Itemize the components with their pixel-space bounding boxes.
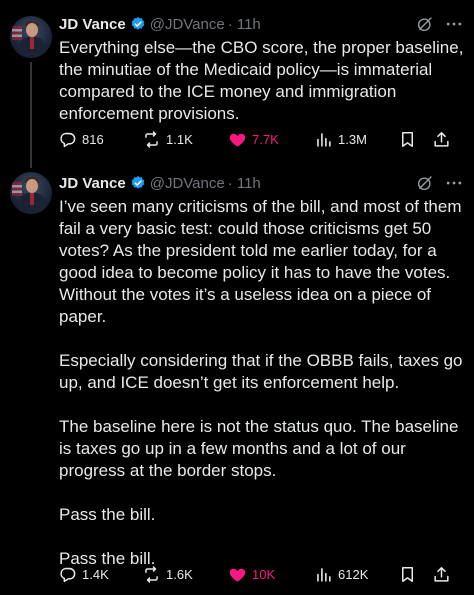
repost-icon: [145, 130, 158, 148]
like-count: 10K: [252, 566, 276, 582]
avatar[interactable]: [10, 172, 52, 214]
tweet-timestamp[interactable]: · 11h: [228, 16, 261, 33]
grok-icon[interactable]: [416, 15, 434, 33]
tweet[interactable]: JD Vance @JDVance · 11h Everything else—…: [0, 0, 474, 168]
more-icon[interactable]: [444, 173, 464, 193]
reply-icon: [60, 567, 76, 582]
author-name[interactable]: JD Vance: [59, 16, 126, 33]
tweet-paragraph: Especially considering that if the OBBB …: [59, 351, 463, 392]
bookmark-button[interactable]: [398, 127, 422, 151]
author-handle[interactable]: @JDVance: [150, 175, 225, 192]
share-button[interactable]: [432, 127, 456, 151]
bookmark-icon: [401, 131, 414, 147]
like-button[interactable]: 7.7K: [228, 127, 279, 151]
share-button[interactable]: [432, 562, 456, 586]
repost-button[interactable]: 1.1K: [142, 127, 193, 151]
author-name[interactable]: JD Vance: [59, 175, 126, 192]
tweet-actions: 816 1.1K 7.7K 1.3M: [58, 127, 466, 151]
views-button[interactable]: 1.3M: [314, 127, 367, 151]
more-icon[interactable]: [444, 14, 464, 34]
reply-count: 1.4K: [82, 566, 109, 582]
reply-count: 816: [82, 131, 104, 147]
author-handle[interactable]: @JDVance: [150, 16, 225, 33]
bookmark-icon: [401, 566, 414, 582]
share-icon: [434, 566, 449, 582]
repost-icon: [145, 565, 158, 583]
thread-connector-line: [30, 62, 32, 168]
avatar[interactable]: [10, 16, 52, 58]
like-count: 7.7K: [252, 131, 279, 147]
heart-icon: [229, 568, 246, 582]
reply-button[interactable]: 1.4K: [58, 562, 109, 586]
tweet-paragraph: I’ve seen many criticisms of the bill, a…: [59, 197, 462, 326]
verified-badge-icon: [131, 17, 145, 30]
grok-icon[interactable]: [416, 174, 434, 192]
tweet-timestamp[interactable]: · 11h: [228, 175, 261, 192]
verified-badge-icon: [131, 176, 145, 189]
heart-icon: [229, 133, 246, 147]
tweet-actions: 1.4K 1.6K 10K 612K: [58, 562, 466, 586]
repost-count: 1.1K: [166, 131, 193, 147]
tweet-text: Everything else—the CBO score, the prope…: [59, 37, 464, 125]
tweet-paragraph: Pass the bill.: [59, 549, 156, 568]
reply-button[interactable]: 816: [58, 127, 104, 151]
repost-button[interactable]: 1.6K: [142, 562, 193, 586]
tweet-paragraph: The baseline here is not the status quo.…: [59, 417, 459, 480]
tweet-header: JD Vance @JDVance · 11h: [59, 14, 261, 34]
like-button[interactable]: 10K: [228, 562, 275, 586]
tweet-paragraph: Everything else—the CBO score, the prope…: [59, 38, 464, 123]
views-count: 1.3M: [338, 131, 367, 147]
views-icon: [317, 132, 331, 147]
tweet-header: JD Vance @JDVance · 11h: [59, 173, 261, 193]
views-icon: [317, 567, 331, 582]
tweet-paragraph: Pass the bill.: [59, 505, 156, 524]
views-button[interactable]: 612K: [314, 562, 368, 586]
repost-count: 1.6K: [166, 566, 193, 582]
views-count: 612K: [338, 566, 369, 582]
tweet-text: I’ve seen many criticisms of the bill, a…: [59, 196, 464, 570]
share-icon: [434, 131, 449, 147]
bookmark-button[interactable]: [398, 562, 422, 586]
reply-icon: [60, 132, 76, 147]
